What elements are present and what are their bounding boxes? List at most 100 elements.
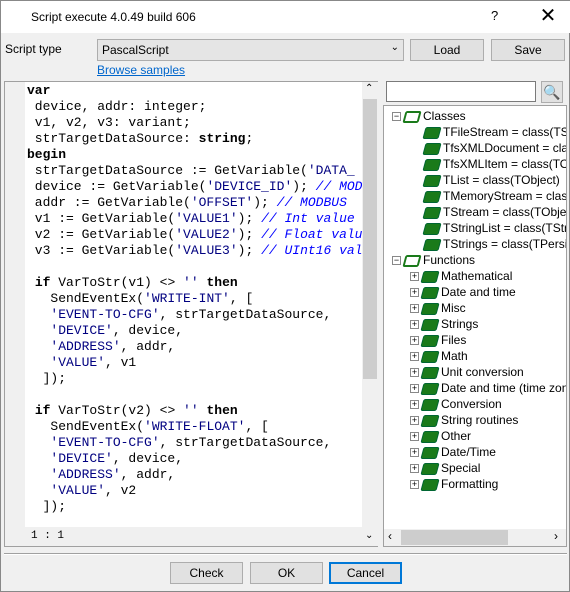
expand-icon[interactable]: +: [410, 400, 419, 410]
tree-item[interactable]: + Misc: [410, 300, 466, 316]
tree-item[interactable]: TList = class(TObject): [422, 172, 560, 188]
code-token: );: [237, 243, 262, 258]
code-token: // UInt16 value: [261, 243, 363, 258]
tree-group[interactable]: − Functions: [392, 252, 475, 268]
code-line: 'VALUE', v2: [25, 483, 363, 499]
code-token: 'EVENT-TO-CFG': [50, 307, 160, 322]
expand-icon[interactable]: +: [410, 272, 419, 282]
code-token: 'WRITE-FLOAT': [144, 419, 246, 434]
scroll-left-icon[interactable]: ‹: [388, 529, 392, 543]
tree-item[interactable]: TMemoryStream = class(TStream): [422, 188, 566, 204]
tree-item[interactable]: + Files: [410, 332, 466, 348]
code-editor[interactable]: var device, addr: integer; v1, v2, v3: v…: [4, 81, 378, 547]
expand-icon[interactable]: +: [410, 416, 419, 426]
book-icon: [422, 190, 442, 203]
book-icon: [420, 446, 440, 459]
function-tree[interactable]: − Classes TFileStream = class(TStream) TfsX…: [383, 105, 567, 547]
book-icon: [420, 462, 440, 475]
check-button[interactable]: Check: [170, 562, 243, 584]
scroll-right-icon[interactable]: ›: [554, 529, 558, 543]
close-button[interactable]: ✕: [536, 3, 560, 28]
search-button[interactable]: 🔍: [541, 81, 563, 103]
tree-item[interactable]: + Mathematical: [410, 268, 512, 284]
expand-icon[interactable]: +: [410, 480, 419, 490]
save-button[interactable]: Save: [491, 39, 565, 61]
tree-item[interactable]: + Conversion: [410, 396, 502, 412]
horizontal-scrollbar[interactable]: ‹ ›: [384, 529, 566, 546]
book-icon: [420, 430, 440, 443]
tree-item[interactable]: + Date and time: [410, 284, 516, 300]
vertical-scrollbar[interactable]: ⌃ ⌄: [362, 82, 378, 546]
scroll-down-icon[interactable]: ⌄: [365, 530, 373, 541]
code-token: ]);: [27, 371, 67, 386]
code-token: string: [198, 131, 246, 146]
search-input[interactable]: [386, 81, 536, 102]
browse-samples-link[interactable]: Browse samples: [97, 63, 185, 77]
expand-icon[interactable]: +: [410, 432, 419, 442]
tree-label: Misc: [441, 301, 466, 315]
tree-item[interactable]: + Strings: [410, 316, 478, 332]
ok-button[interactable]: OK: [250, 562, 323, 584]
cancel-button[interactable]: Cancel: [329, 562, 402, 584]
help-button[interactable]: ?: [491, 8, 498, 23]
expand-icon[interactable]: +: [410, 464, 419, 474]
expand-icon[interactable]: +: [410, 384, 419, 394]
code-token: , v2: [105, 483, 137, 498]
expand-icon[interactable]: +: [410, 288, 419, 298]
code-token: 'VALUE': [50, 483, 106, 498]
scroll-thumb[interactable]: [363, 99, 377, 379]
tree-item[interactable]: TStrings = class(TPersistent): [422, 236, 566, 252]
tree-label: String routines: [441, 413, 519, 427]
tree-item[interactable]: + Date and time (time zones): [410, 380, 566, 396]
code-line: 'EVENT-TO-CFG', strTargetDataSource,: [25, 307, 363, 323]
code-token: 'ADDRESS': [50, 339, 121, 354]
tree-item[interactable]: + Other: [410, 428, 471, 444]
tree-item[interactable]: TFileStream = class(TStream): [422, 124, 566, 140]
tree-item[interactable]: TStream = class(TObject): [422, 204, 566, 220]
code-token: VarToStr(v2) <>: [50, 403, 184, 418]
code-token: 'EVENT-TO-CFG': [50, 435, 160, 450]
book-icon: [422, 174, 442, 187]
tree-item[interactable]: + Formatting: [410, 476, 498, 492]
tree-group[interactable]: − Classes: [392, 108, 466, 124]
code-area[interactable]: var device, addr: integer; v1, v2, v3: v…: [25, 82, 363, 527]
tree-label: Special: [441, 461, 481, 475]
code-token: );: [253, 195, 277, 210]
code-token: 'WRITE-INT': [144, 291, 230, 306]
book-icon: [420, 334, 440, 347]
tree-label: Files: [441, 333, 467, 347]
collapse-icon[interactable]: −: [392, 112, 401, 122]
expand-icon[interactable]: +: [410, 368, 419, 378]
tree-item[interactable]: TfsXMLItem = class(TObject): [422, 156, 566, 172]
code-token: // MODBUS: [315, 179, 363, 194]
scroll-thumb[interactable]: [401, 530, 508, 545]
tree-label: Math: [441, 349, 468, 363]
expand-icon[interactable]: +: [410, 336, 419, 346]
code-token: SendEventEx(: [27, 291, 145, 306]
code-token: 'DEVICE_ID': [206, 179, 293, 194]
tree-item[interactable]: + Math: [410, 348, 468, 364]
code-line: v2 := GetVariable('VALUE2'); // Float va…: [25, 227, 363, 243]
expand-icon[interactable]: +: [410, 448, 419, 458]
expand-icon[interactable]: +: [410, 352, 419, 362]
tree-item[interactable]: TfsXMLDocument = class(TObject): [422, 140, 566, 156]
tree-item[interactable]: + Special: [410, 460, 480, 476]
load-button[interactable]: Load: [410, 39, 484, 61]
tree-item[interactable]: + String routines: [410, 412, 518, 428]
scroll-up-icon[interactable]: ⌃: [365, 83, 373, 94]
tree-item[interactable]: + Date/Time: [410, 444, 496, 460]
code-token: v1 := GetVariable(: [27, 211, 176, 226]
script-type-select[interactable]: PascalScript ⌄: [97, 39, 404, 61]
expand-icon[interactable]: +: [410, 320, 419, 330]
collapse-icon[interactable]: −: [392, 256, 401, 266]
tree-item[interactable]: + Unit conversion: [410, 364, 524, 380]
tree-label: Date/Time: [441, 445, 496, 459]
expand-icon[interactable]: +: [410, 304, 419, 314]
code-token: 'OFFSET': [190, 195, 254, 210]
tree-item[interactable]: TStringList = class(TStrings): [422, 220, 566, 236]
